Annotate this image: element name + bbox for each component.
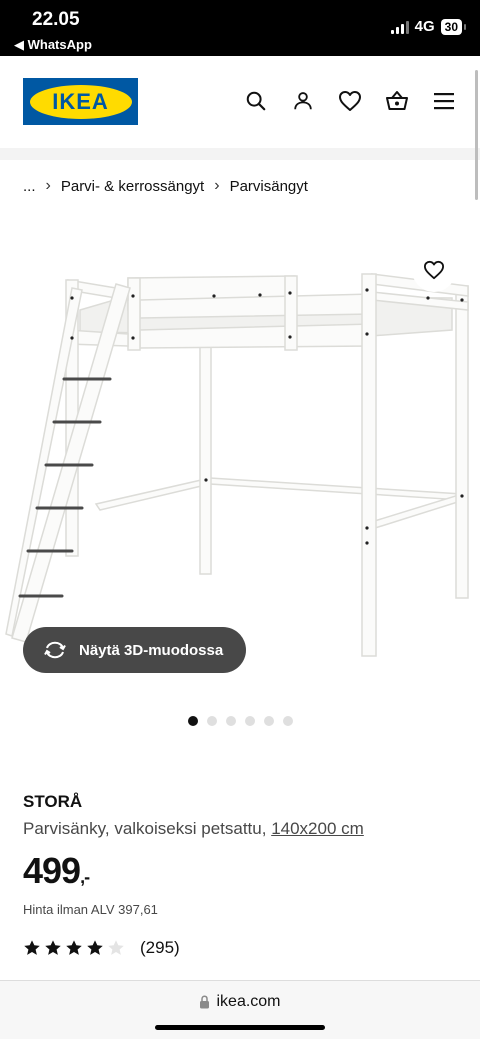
network-label: 4G: [414, 18, 435, 35]
site-header: IKEA: [0, 56, 480, 148]
menu-icon[interactable]: [432, 89, 456, 113]
user-icon[interactable]: [291, 89, 315, 113]
status-indicators: 4G 30: [390, 18, 467, 35]
product-size-link[interactable]: 140x200 cm: [271, 819, 364, 838]
view-in-3d-label: Näytä 3D-muodossa: [79, 641, 224, 659]
browser-address-bar[interactable]: ikea.com: [0, 980, 480, 1039]
image-carousel-dots: [188, 716, 293, 726]
logo-text: IKEA: [52, 88, 109, 114]
product-description: Parvisänky, valkoiseksi petsattu, 140x20…: [23, 819, 364, 839]
view-in-3d-button[interactable]: Näytä 3D-muodossa: [23, 627, 246, 673]
star-filled-icon: [24, 940, 40, 955]
star-filled-icon: [45, 940, 61, 955]
heart-icon[interactable]: [338, 89, 362, 113]
carousel-dot[interactable]: [264, 716, 274, 726]
product-name: STORÅ: [23, 792, 83, 811]
back-to-app-link[interactable]: ◀ WhatsApp: [14, 37, 92, 53]
carousel-dot[interactable]: [188, 716, 198, 726]
breadcrumb: ... › Parvi- & kerrossängyt › Parvisängy…: [23, 177, 308, 195]
product-rating[interactable]: (295): [23, 938, 180, 958]
star-filled-icon: [66, 940, 82, 955]
ikea-logo[interactable]: IKEA: [23, 78, 138, 125]
logo-oval: IKEA: [29, 84, 132, 119]
star-empty-icon: [108, 940, 124, 955]
price-value: 499: [23, 850, 81, 891]
heart-icon: [423, 260, 444, 280]
product-price: 499,-: [23, 850, 90, 892]
carousel-dot[interactable]: [283, 716, 293, 726]
rotate-3d-icon: [44, 641, 66, 659]
price-excluding-vat: Hinta ilman ALV 397,61: [23, 902, 158, 917]
carousel-dot[interactable]: [226, 716, 236, 726]
header-actions: [244, 89, 456, 113]
carousel-dot[interactable]: [245, 716, 255, 726]
lock-icon: [200, 995, 210, 1009]
status-bar: 22.05 ◀ WhatsApp 4G 30: [0, 0, 480, 56]
breadcrumb-item-loft-bunk-beds[interactable]: Parvi- & kerrossängyt: [61, 178, 204, 195]
breadcrumb-item-loft-beds[interactable]: Parvisängyt: [230, 178, 308, 195]
url-text: ikea.com: [216, 993, 281, 1010]
clock: 22.05: [32, 9, 80, 30]
add-to-favourites-button[interactable]: [412, 248, 456, 292]
url-display[interactable]: ikea.com: [0, 993, 480, 1011]
price-suffix: ,-: [80, 867, 90, 887]
carousel-dot[interactable]: [207, 716, 217, 726]
header-divider: [0, 148, 480, 160]
star-filled-icon: [87, 940, 103, 955]
search-icon[interactable]: [244, 89, 268, 113]
chevron-right-icon: ›: [45, 177, 51, 194]
review-count: (295): [140, 938, 180, 957]
shopping-basket-icon[interactable]: [385, 89, 409, 113]
product-description-text: Parvisänky, valkoiseksi petsattu,: [23, 819, 272, 838]
signal-icon: [390, 20, 409, 34]
battery-icon: 30: [440, 18, 467, 35]
home-indicator[interactable]: [155, 1025, 325, 1030]
scrollbar[interactable]: [475, 70, 478, 200]
chevron-right-icon: ›: [214, 177, 220, 194]
breadcrumb-ellipsis[interactable]: ...: [23, 178, 36, 195]
